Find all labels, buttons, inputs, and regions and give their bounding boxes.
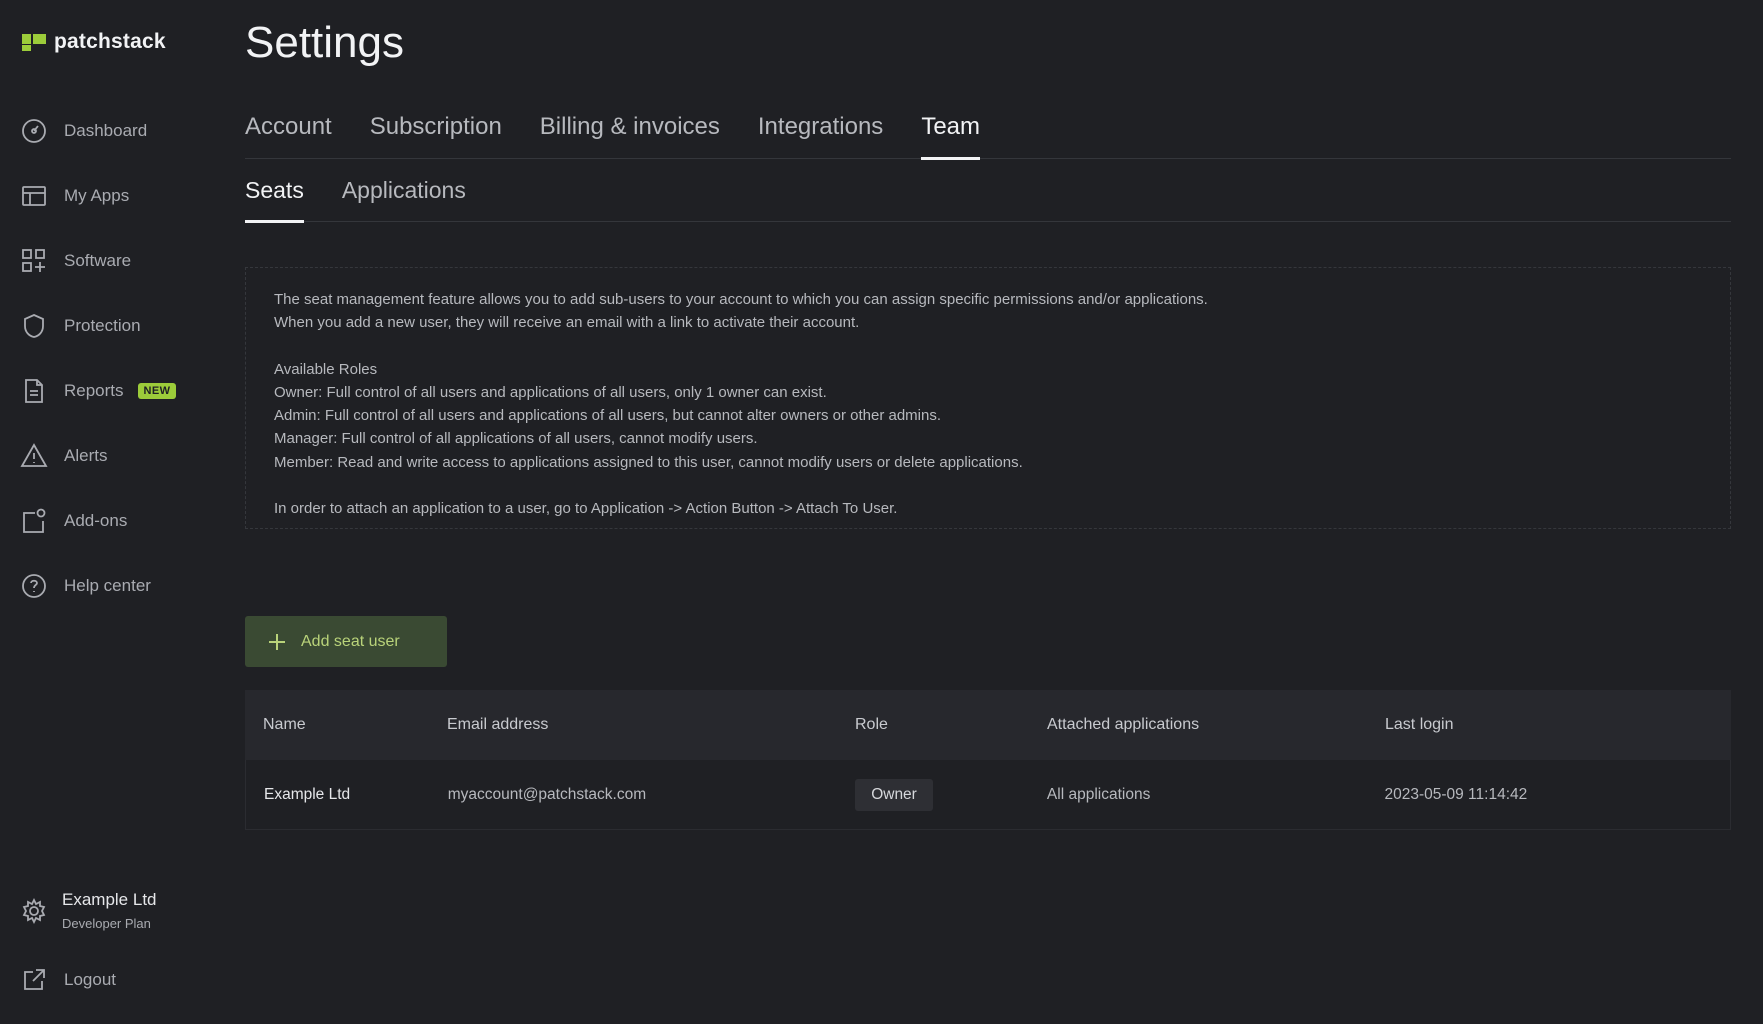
help-icon xyxy=(22,573,46,598)
column-header-email: Email address xyxy=(447,716,549,733)
column-header-role: Role xyxy=(855,716,888,733)
gauge-icon xyxy=(22,118,46,143)
sidebar-item-protection[interactable]: Protection xyxy=(20,293,176,358)
tab-integrations[interactable]: Integrations xyxy=(758,113,883,159)
column-header-name: Name xyxy=(263,716,306,733)
tab-billing-invoices[interactable]: Billing & invoices xyxy=(540,113,720,159)
layout-icon xyxy=(22,185,46,206)
sidebar-item-label: Software xyxy=(64,250,132,270)
cell-email: myaccount@patchstack.com xyxy=(447,785,647,803)
role-manager-text: Manager: Full control of all application… xyxy=(274,430,758,448)
sidebar-nav: Dashboard My Apps Software Protection Re… xyxy=(20,98,177,618)
addon-icon xyxy=(23,508,46,533)
tab-subscription[interactable]: Subscription xyxy=(370,113,502,159)
cell-last-login: 2023-05-09 11:14:42 xyxy=(1384,785,1528,803)
logout-label: Logout xyxy=(64,970,116,989)
logout-button[interactable]: Logout xyxy=(20,966,116,994)
column-header-last-login: Last login xyxy=(1385,716,1454,733)
table-row[interactable]: Example Ltd myaccount@patchstack.com Own… xyxy=(245,760,1731,830)
add-seat-user-button[interactable]: Add seat user xyxy=(245,616,447,667)
warning-icon xyxy=(20,442,48,467)
role-badge: Owner xyxy=(855,778,933,811)
page-title: Settings xyxy=(245,18,404,67)
app-root: patchstack Dashboard My Apps Software Pr… xyxy=(0,0,1763,1024)
cell-role: Owner xyxy=(855,778,1047,811)
subtab-seats[interactable]: Seats xyxy=(245,177,304,223)
grid-plus-icon xyxy=(22,248,45,272)
table-header: Name Email address Role Attached applica… xyxy=(245,690,1731,760)
cell-attached-applications: All applications xyxy=(1046,785,1151,803)
sidebar-item-my-apps[interactable]: My Apps xyxy=(20,163,176,228)
sidebar-item-software[interactable]: Software xyxy=(20,228,176,293)
seats-table: Name Email address Role Attached applica… xyxy=(245,690,1731,830)
subtab-applications[interactable]: Applications xyxy=(342,177,466,222)
document-icon xyxy=(25,378,43,403)
account-info: Example Ltd Developer Plan xyxy=(62,890,157,931)
sidebar-item-reports[interactable]: Reports NEW xyxy=(20,358,177,423)
info-line: When you add a new user, they will recei… xyxy=(274,314,860,332)
role-owner-text: Owner: Full control of all users and app… xyxy=(274,383,827,401)
sidebar-item-label: Dashboard xyxy=(64,120,148,140)
account-plan: Developer Plan xyxy=(62,916,151,931)
seat-info-box: The seat management feature allows you t… xyxy=(245,267,1731,529)
account-switcher[interactable]: Example Ltd Developer Plan xyxy=(20,890,157,931)
brand-name: patchstack xyxy=(54,30,166,53)
column-header-attached-applications: Attached applications xyxy=(1047,716,1200,733)
info-line: The seat management feature allows you t… xyxy=(274,291,1208,308)
team-subtabs: Seats Applications xyxy=(245,177,1731,223)
add-seat-user-label: Add seat user xyxy=(301,632,400,650)
role-admin-text: Admin: Full control of all users and app… xyxy=(274,407,942,425)
role-member-text: Member: Read and write access to applica… xyxy=(274,453,1023,471)
account-name: Example Ltd xyxy=(62,890,157,909)
tab-account[interactable]: Account xyxy=(245,113,332,159)
sidebar-item-label: Alerts xyxy=(64,445,108,465)
patchstack-logo-icon xyxy=(22,32,46,52)
settings-tabs: Account Subscription Billing & invoices … xyxy=(245,113,1731,160)
sidebar-item-label: Add-ons xyxy=(64,510,128,530)
sidebar-item-dashboard[interactable]: Dashboard xyxy=(20,98,176,163)
sidebar-item-label: Protection xyxy=(64,315,141,335)
sidebar-item-label: My Apps xyxy=(64,185,130,205)
gear-icon xyxy=(22,897,46,924)
sidebar-item-help-center[interactable]: Help center xyxy=(20,553,176,618)
new-badge: NEW xyxy=(137,382,177,399)
sidebar: patchstack Dashboard My Apps Software Pr… xyxy=(0,0,230,1024)
external-link-icon xyxy=(24,969,45,990)
sidebar-item-label: Help center xyxy=(64,575,151,595)
sidebar-item-alerts[interactable]: Alerts xyxy=(20,423,176,488)
brand-logo[interactable]: patchstack xyxy=(22,30,166,54)
sidebar-item-label: Reports xyxy=(64,380,124,400)
cell-name: Example Ltd xyxy=(264,785,351,803)
shield-icon xyxy=(24,313,44,338)
tab-team[interactable]: Team xyxy=(921,113,980,160)
sidebar-item-add-ons[interactable]: Add-ons xyxy=(20,488,176,553)
attach-note: In order to attach an application to a u… xyxy=(274,500,898,518)
plus-icon xyxy=(269,633,285,650)
roles-heading: Available Roles xyxy=(274,360,378,378)
